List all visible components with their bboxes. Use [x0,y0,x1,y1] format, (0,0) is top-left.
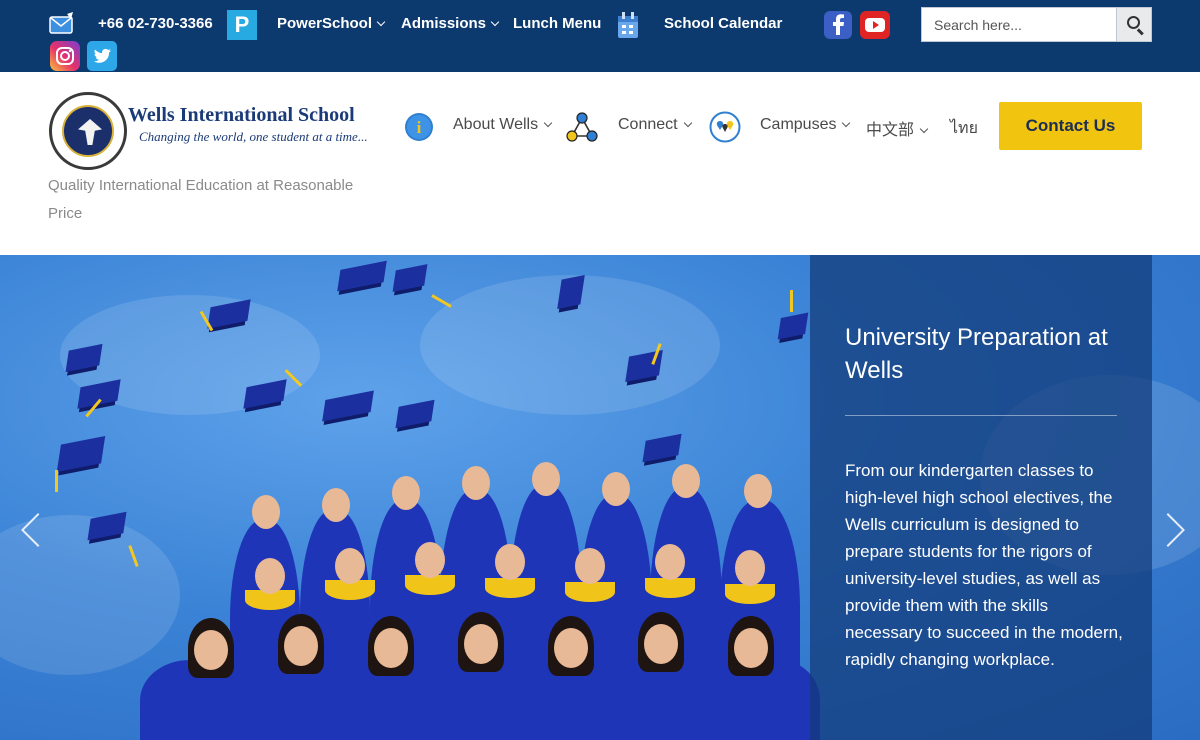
graduate-collar [565,582,615,602]
school-logo[interactable] [49,92,127,170]
hero-slider: University Preparation at Wells From our… [0,255,1200,740]
graduation-cap [322,390,374,422]
graduate-face [602,472,630,506]
graduate-face [495,544,525,580]
graduate-face [735,550,765,586]
graduate-face [255,558,285,594]
about-label: About Wells [453,116,539,133]
nav-lunch-menu[interactable]: Lunch Menu [513,14,601,34]
chinese-label: 中文部 [866,122,915,139]
graduate-collar [405,575,455,595]
chevron-down-icon [683,118,692,128]
campuses-icon [709,111,741,143]
nav-connect[interactable]: Connect [618,116,692,134]
graduate-collar [645,578,695,598]
graduation-cap [392,264,428,292]
nav-campuses[interactable]: Campuses [760,116,851,134]
site-header: Wells International School Changing the … [0,72,1200,255]
search-icon-handle [1137,28,1144,36]
graduate-face [322,488,350,522]
graduate-face [252,495,280,529]
logo-shield [62,105,114,157]
graduate-face [644,624,678,664]
graduate-face [462,466,490,500]
graduate-face [392,476,420,510]
phone-number[interactable]: +66 02-730-3366 [98,14,213,34]
instagram-icon[interactable] [50,41,80,71]
nav-thai-language[interactable]: ไทย [950,116,978,141]
site-tagline: Quality International Education at Reaso… [48,177,354,222]
graduation-cap [777,312,809,340]
admissions-label: Admissions [401,15,487,32]
graduation-cap [337,260,387,292]
chevron-down-icon [376,17,386,27]
calendar-icon[interactable] [617,11,639,39]
nav-school-calendar[interactable]: School Calendar [664,14,782,34]
top-bar: +66 02-730-3366 P PowerSchool Admissions… [0,0,1200,72]
graduate-face [554,628,588,668]
graduation-cap [56,435,106,473]
nav-about-wells[interactable]: About Wells [453,116,553,134]
chevron-down-icon [842,118,851,128]
slide-title: University Preparation at Wells [845,324,1108,384]
graduate-collar [725,584,775,604]
cap-tassel [790,290,793,312]
nav-powerschool[interactable]: PowerSchool [277,14,386,34]
slide-divider [845,415,1117,416]
info-icon-letter: i [417,118,422,137]
graduate-face [734,628,768,668]
graduate-face [575,548,605,584]
school-name[interactable]: Wells International School [128,104,355,127]
email-icon[interactable] [49,12,75,36]
chevron-down-icon [543,118,553,128]
chevron-down-icon [490,17,500,27]
school-motto: Changing the world, one student at a tim… [139,129,368,144]
graduate-face [284,626,318,666]
slide-caption-panel: University Preparation at Wells From our… [810,255,1152,740]
facebook-icon[interactable] [824,10,852,40]
graduate-face [532,462,560,496]
powerschool-icon[interactable]: P [227,10,257,40]
graduate-face [194,630,228,670]
graduate-face [374,628,408,668]
nav-admissions[interactable]: Admissions [401,14,500,34]
graduation-cap [395,399,435,429]
graduate-face [415,542,445,578]
slide-description: From our kindergarten classes to high-le… [845,461,1123,669]
cap-tassel [431,294,452,308]
graduate-face [744,474,772,508]
graduate-face [335,548,365,584]
eagle-emblem [78,119,102,145]
info-icon: i [405,113,433,141]
cap-tassel [55,470,58,492]
search-input[interactable] [921,7,1117,42]
graduate-face [672,464,700,498]
chevron-down-icon [919,124,929,134]
graduate-face [464,624,498,664]
powerschool-label: PowerSchool [277,15,373,32]
graduate-face [655,544,685,580]
contact-us-button[interactable]: Contact Us [999,102,1142,150]
nav-chinese-section[interactable]: 中文部 [866,116,929,140]
youtube-icon[interactable] [860,10,890,40]
search-icon [1127,16,1140,29]
twitter-icon[interactable] [87,41,117,71]
powerschool-letter: P [234,12,250,37]
search-button[interactable] [1116,7,1152,42]
campuses-label: Campuses [760,116,837,133]
connect-label: Connect [618,116,678,133]
graduates-group-photo [140,440,820,740]
graduate-collar [485,578,535,598]
connect-icon [566,112,598,142]
